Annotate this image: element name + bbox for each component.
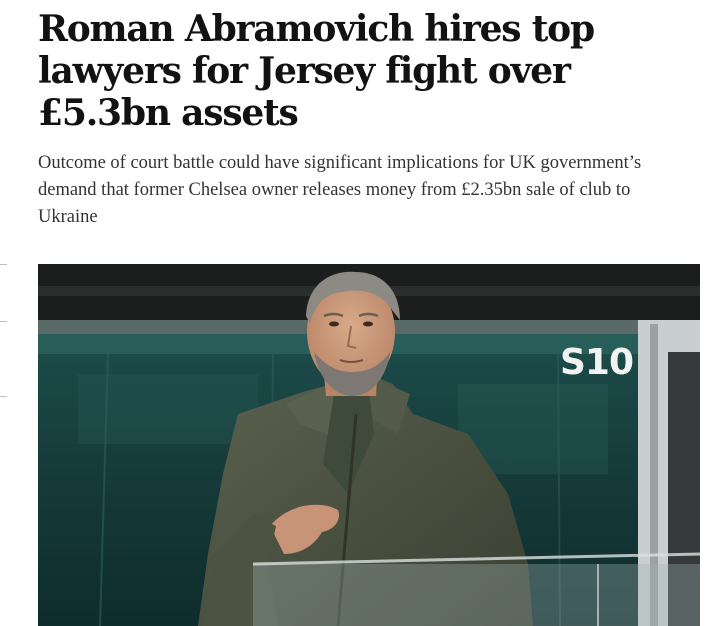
box-number-sign: S10 <box>560 342 633 383</box>
share-rail-divider <box>0 321 7 322</box>
lead-photo[interactable]: S10 <box>38 264 700 626</box>
share-rail <box>0 262 8 402</box>
article-standfirst: Outcome of court battle could have signi… <box>38 153 642 227</box>
share-rail-divider <box>0 396 7 397</box>
share-rail-divider <box>0 264 7 265</box>
lead-photo-image: S10 <box>38 264 700 626</box>
article-headline: Roman Abramovich hires top lawyers for J… <box>38 8 595 134</box>
